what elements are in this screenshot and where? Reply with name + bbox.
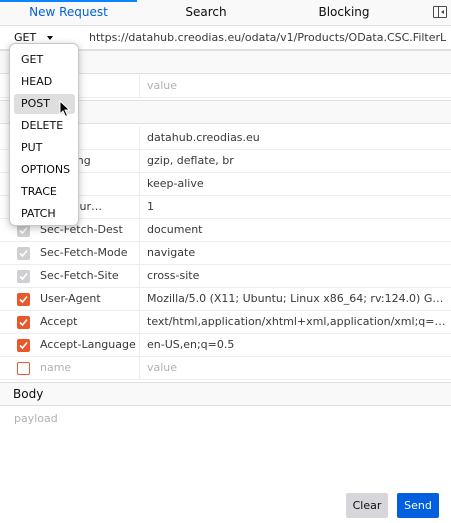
query-param-value-input[interactable]: value: [147, 75, 447, 97]
column-divider: [139, 127, 140, 150]
column-divider: [139, 150, 140, 173]
header-name[interactable]: User-Agent: [40, 288, 136, 310]
new-header-checkbox[interactable]: [17, 362, 30, 375]
menu-item-head[interactable]: HEAD: [14, 72, 75, 92]
menu-item-trace[interactable]: TRACE: [14, 182, 75, 202]
method-dropdown-menu: GET HEAD POST DELETE PUT OPTIONS TRACE P…: [9, 43, 79, 226]
tab-blocking[interactable]: Blocking: [275, 0, 413, 25]
new-header-name-input[interactable]: name: [40, 357, 136, 379]
check-icon: [19, 272, 28, 281]
chevron-down-icon: [47, 36, 53, 40]
menu-item-get[interactable]: GET: [14, 50, 75, 70]
header-enabled-checkbox[interactable]: [17, 339, 30, 352]
check-icon: [19, 295, 28, 304]
check-icon: [19, 341, 28, 350]
header-name[interactable]: Accept: [40, 311, 136, 333]
header-enabled-checkbox[interactable]: [17, 270, 30, 283]
column-divider: [139, 75, 140, 98]
header-value[interactable]: Mozilla/5.0 (X11; Ubuntu; Linux x86_64; …: [147, 288, 447, 310]
header-value[interactable]: document: [147, 219, 447, 241]
header-value[interactable]: cross-site: [147, 265, 447, 287]
header-row: Sec-Fetch-Site cross-site: [0, 265, 451, 288]
new-request-panel: New Request Search Blocking GET https://…: [0, 0, 451, 523]
header-enabled-checkbox[interactable]: [17, 247, 30, 260]
tab-bar: New Request Search Blocking: [0, 0, 451, 26]
column-divider: [139, 173, 140, 196]
menu-item-delete[interactable]: DELETE: [14, 116, 75, 136]
header-row: User-Agent Mozilla/5.0 (X11; Ubuntu; Linu…: [0, 288, 451, 311]
send-button[interactable]: Send: [397, 493, 439, 518]
column-divider: [139, 357, 140, 380]
header-row: Sec-Fetch-Mode navigate: [0, 242, 451, 265]
tab-search[interactable]: Search: [137, 0, 275, 25]
header-row: Accept text/html,application/xhtml+xml,ap…: [0, 311, 451, 334]
check-icon: [19, 318, 28, 327]
new-header-row: name value: [0, 357, 451, 380]
body-heading: Body: [0, 382, 451, 406]
tab-new-request[interactable]: New Request: [0, 0, 137, 25]
clear-button[interactable]: Clear: [346, 493, 388, 518]
header-value[interactable]: gzip, deflate, br: [147, 150, 447, 172]
column-divider: [139, 265, 140, 288]
mouse-pointer-icon: [59, 100, 71, 118]
header-value[interactable]: text/html,application/xhtml+xml,applicat…: [147, 311, 447, 333]
column-divider: [139, 311, 140, 334]
header-enabled-checkbox[interactable]: [17, 293, 30, 306]
column-divider: [139, 219, 140, 242]
header-name[interactable]: Sec-Fetch-Site: [40, 265, 136, 287]
check-icon: [19, 226, 28, 235]
header-row: Accept-Language en-US,en;q=0.5: [0, 334, 451, 357]
collapse-sidebar-icon[interactable]: [433, 6, 447, 18]
check-icon: [19, 249, 28, 258]
menu-item-put[interactable]: PUT: [14, 138, 75, 158]
menu-item-options[interactable]: OPTIONS: [14, 160, 75, 180]
header-name[interactable]: Sec-Fetch-Mode: [40, 242, 136, 264]
column-divider: [139, 242, 140, 265]
header-value[interactable]: navigate: [147, 242, 447, 264]
header-value[interactable]: en-US,en;q=0.5: [147, 334, 447, 356]
new-header-value-input[interactable]: value: [147, 357, 447, 379]
header-value[interactable]: keep-alive: [147, 173, 447, 195]
header-name[interactable]: Accept-Language: [40, 334, 136, 356]
header-enabled-checkbox[interactable]: [17, 316, 30, 329]
url-input[interactable]: https://datahub.creodias.eu/odata/v1/Pro…: [89, 26, 447, 49]
column-divider: [139, 196, 140, 219]
column-divider: [139, 334, 140, 357]
payload-textarea[interactable]: payload: [14, 412, 58, 425]
header-value[interactable]: datahub.creodias.eu: [147, 127, 447, 149]
column-divider: [139, 288, 140, 311]
menu-item-patch[interactable]: PATCH: [14, 204, 75, 224]
header-value[interactable]: 1: [147, 196, 447, 218]
body-label: Body: [13, 387, 44, 401]
